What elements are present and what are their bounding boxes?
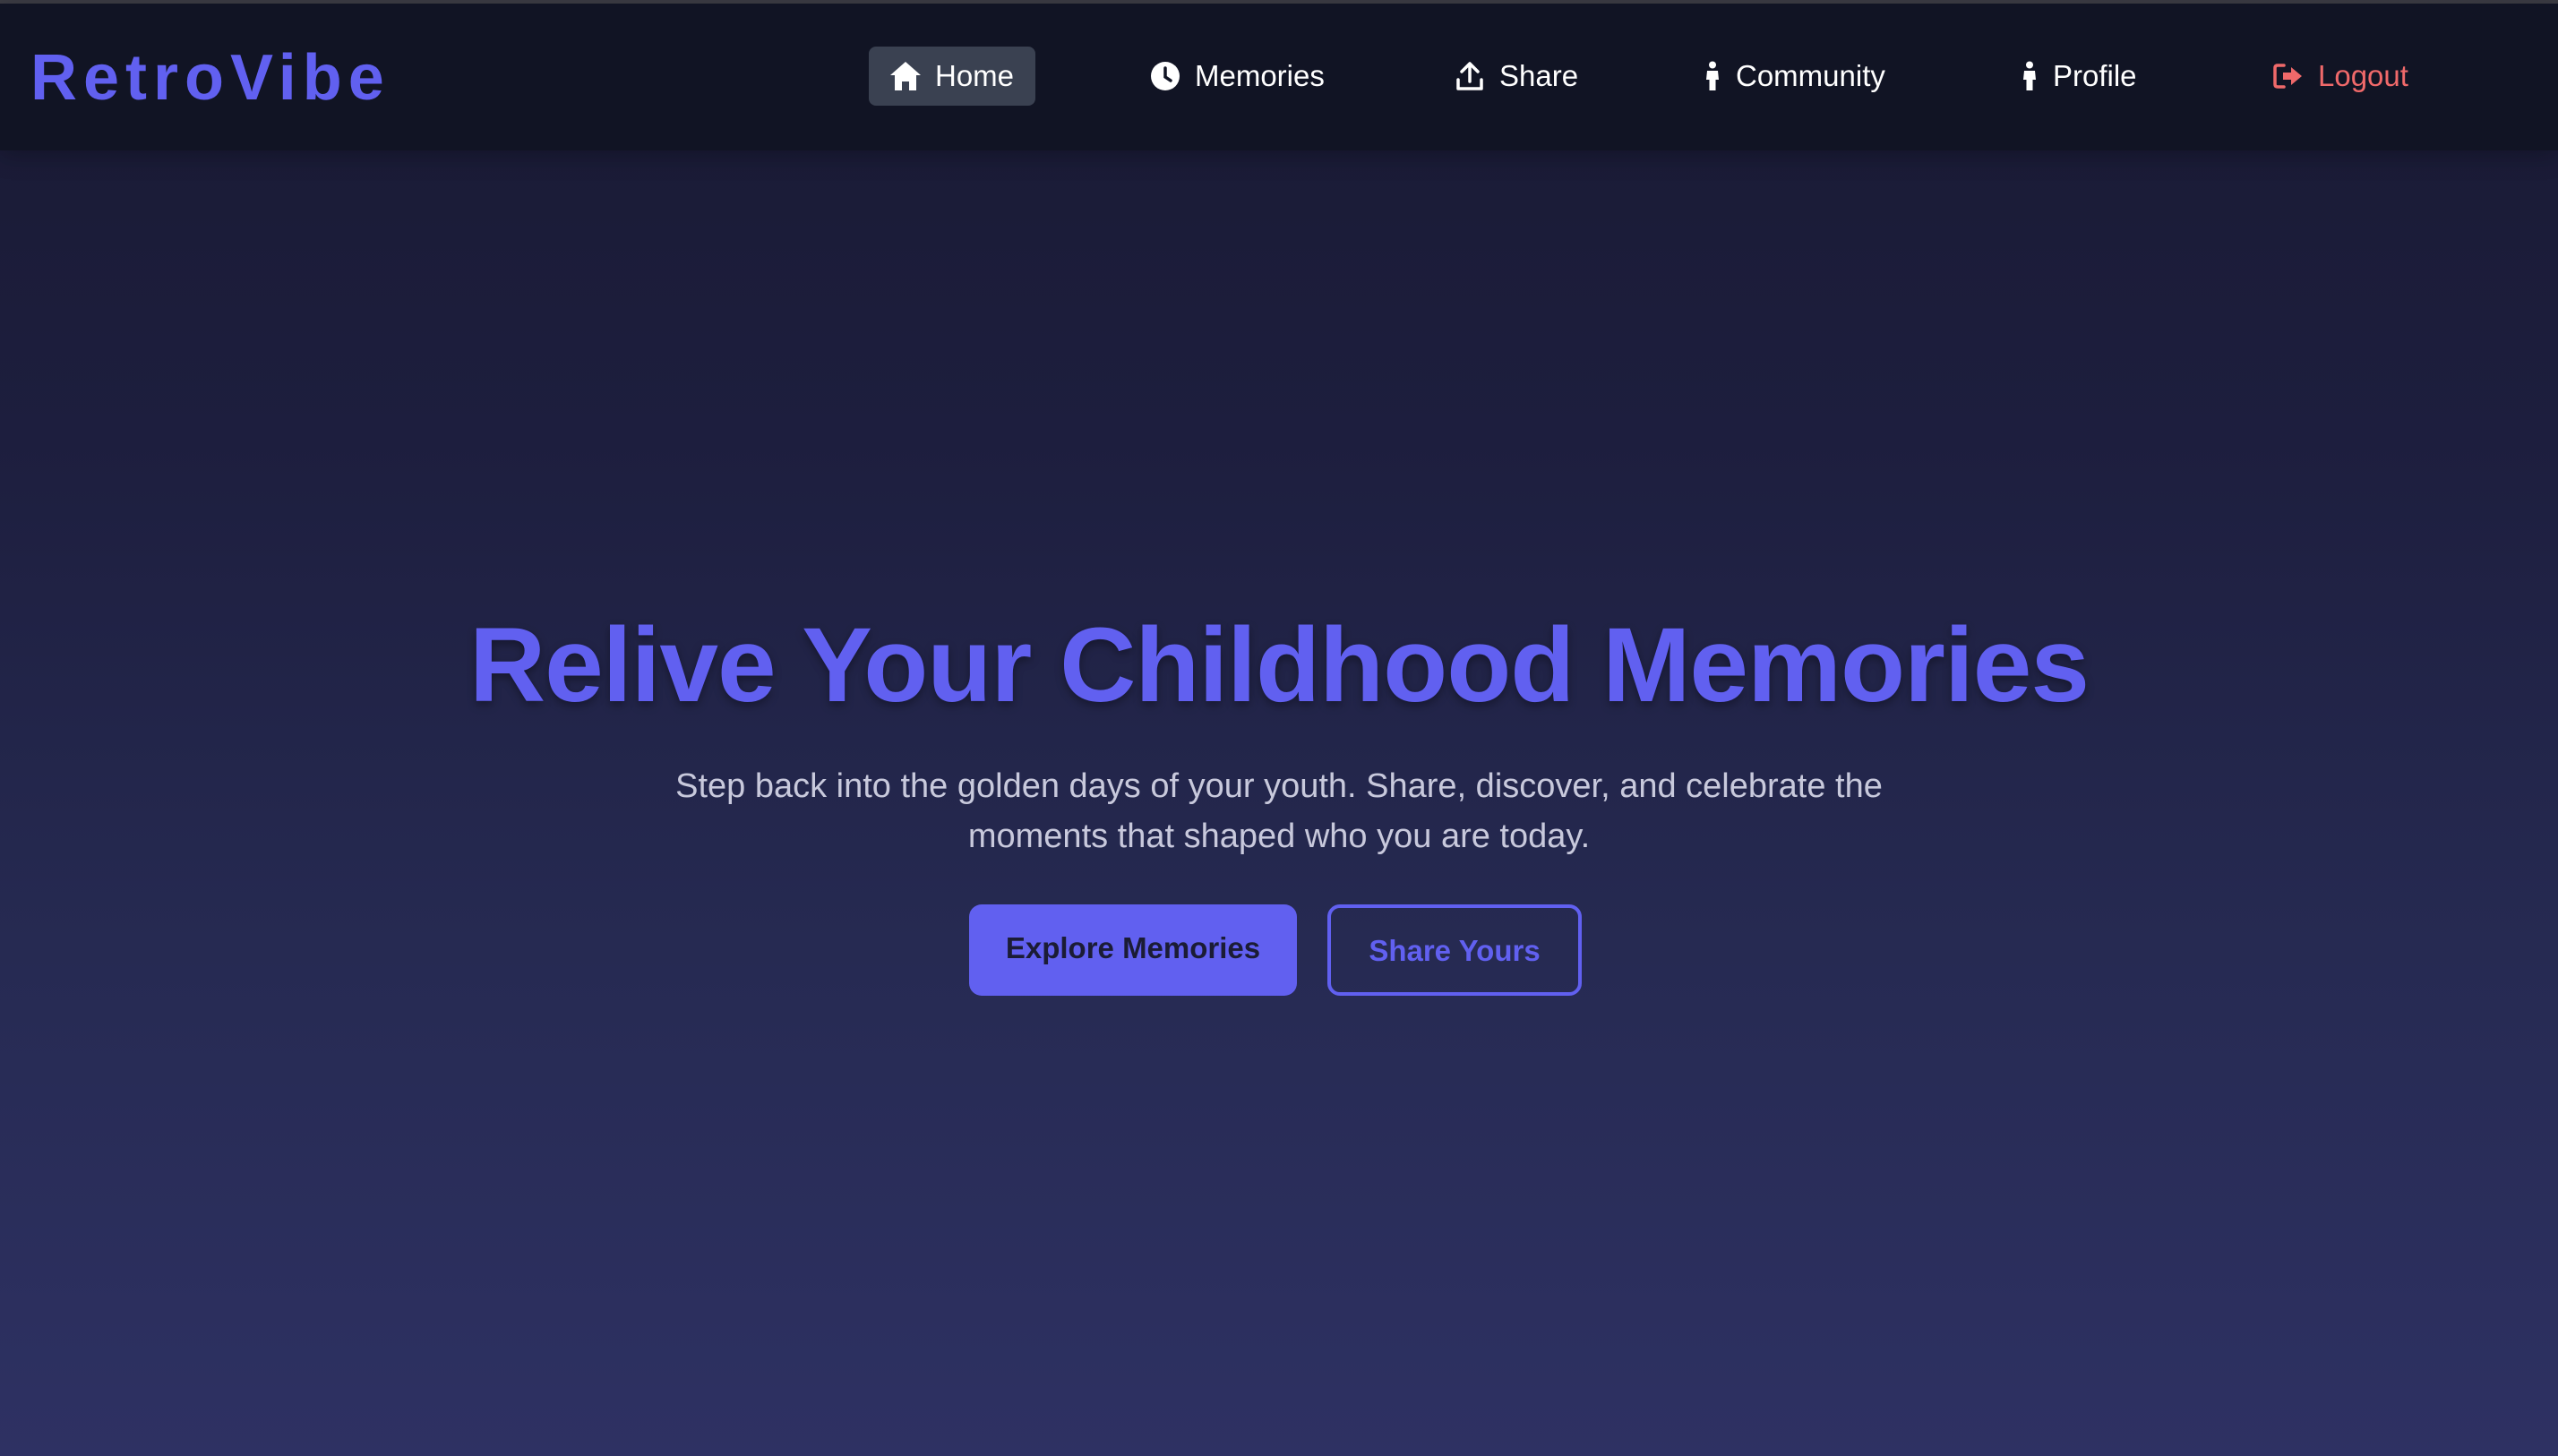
home-icon [888, 59, 923, 93]
share-yours-button[interactable]: Share Yours [1327, 904, 1582, 996]
sign-out-icon [2271, 59, 2305, 93]
hero-title: Relive Your Childhood Memories [468, 606, 2090, 724]
person-icon [1702, 59, 1723, 93]
brand-logo[interactable]: RetroVibe [30, 39, 391, 116]
nav-item-profile[interactable]: Profile [2019, 47, 2137, 106]
nav-item-label: Community [1736, 59, 1885, 92]
nav-item-memories[interactable]: Memories [1148, 47, 1325, 106]
person-icon [2019, 59, 2040, 93]
nav-item-logout[interactable]: Logout [2271, 47, 2408, 106]
nav-item-home[interactable]: Home [869, 47, 1036, 106]
nav-item-label: Memories [1195, 59, 1325, 92]
upload-icon [1453, 59, 1487, 93]
nav-item-community[interactable]: Community [1702, 47, 1885, 106]
nav-item-label: Home [935, 59, 1015, 92]
clock-icon [1148, 59, 1182, 93]
nav-item-label: Logout [2318, 59, 2408, 92]
nav-item-label: Profile [2053, 59, 2137, 92]
nav-item-share[interactable]: Share [1453, 47, 1578, 106]
explore-memories-button[interactable]: Explore Memories [969, 904, 1297, 996]
nav-item-label: Share [1499, 59, 1579, 92]
navbar: RetroVibe Home Memories Share Community … [0, 4, 2558, 150]
hero-subtitle: Step back into the golden days of your y… [675, 767, 1883, 855]
